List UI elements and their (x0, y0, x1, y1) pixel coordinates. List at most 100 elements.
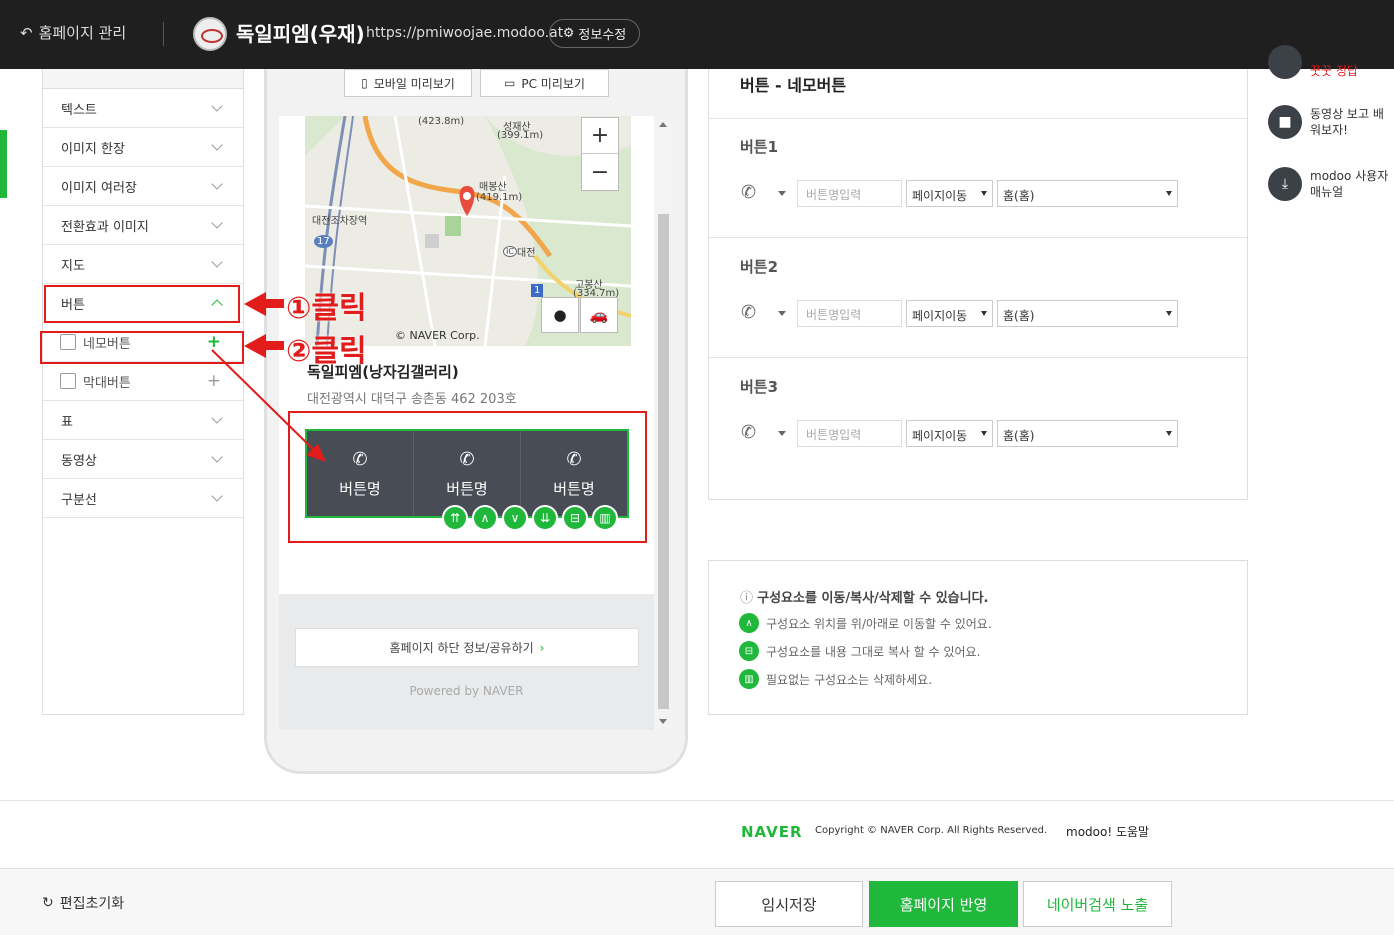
powered-by: Powered by NAVER (409, 684, 524, 698)
target-select-value: 홈(홈) (1003, 429, 1035, 443)
footer-share-link[interactable]: 홈페이지 하단 정보/공유하기 › (295, 628, 639, 667)
info-title-text: 구성요소를 이동/복사/삭제할 수 있습니다. (757, 591, 989, 606)
phone-icon[interactable]: ✆ (741, 302, 756, 323)
naver-logo: NAVER (741, 823, 803, 841)
sidebar-item-transition-image[interactable]: 전환효과 이미지 (43, 206, 243, 245)
sidebar-item-text[interactable]: 텍스트 (43, 89, 243, 128)
map-label: IC (503, 246, 517, 257)
map-label: (423.8m) (418, 116, 465, 127)
chevron-right-icon: › (539, 640, 545, 655)
sidebar-item-label: 이미지 한장 (61, 141, 125, 157)
back-icon: ↶ (20, 23, 33, 42)
sidebar-item-map[interactable]: 지도 (43, 245, 243, 284)
zoom-out-button[interactable]: − (582, 154, 618, 190)
video-help-link[interactable]: ■ 동영상 보고 배워보자! (1268, 105, 1390, 139)
reset-edit-button[interactable]: ↻ 편집초기화 (42, 893, 124, 913)
naver-search-exposure-button[interactable]: 네이버검색 노출 (1023, 881, 1172, 927)
icon-dropdown-caret[interactable] (778, 311, 786, 316)
chevron-down-icon (211, 178, 223, 190)
button-name-input[interactable]: 버튼명입력 (797, 180, 902, 207)
sidebar-item-label: 동영상 (61, 453, 97, 469)
modoo-help-link[interactable]: modoo! 도움말 (1066, 823, 1149, 840)
publish-homepage-button[interactable]: 홈페이지 반영 (869, 881, 1018, 927)
scroll-up-icon[interactable] (659, 122, 667, 127)
target-page-select[interactable]: 홈(홈) (997, 300, 1178, 327)
target-select-value: 홈(홈) (1003, 309, 1035, 323)
zoom-in-button[interactable]: + (582, 118, 618, 154)
action-select[interactable]: 페이지이동 (906, 180, 993, 207)
chevron-down-icon (211, 139, 223, 151)
phone-icon[interactable]: ✆ (741, 422, 756, 443)
chevron-down-icon (211, 256, 223, 268)
topbar-divider (163, 22, 164, 46)
pc-preview-button[interactable]: ▭ PC 미리보기 (480, 69, 609, 97)
manual-label: modoo 사용자 매뉴얼 (1310, 169, 1389, 199)
mobile-preview-button[interactable]: ▯ 모바일 미리보기 (344, 69, 472, 97)
info-title: ⓘ 구성요소를 이동/복사/삭제할 수 있습니다. (740, 587, 988, 606)
car-icon: 🚗 (589, 306, 609, 324)
sidebar-item-multi-image[interactable]: 이미지 여러장 (43, 167, 243, 206)
button-group-label: 버튼1 (740, 138, 779, 156)
panel-title: 버튼 - 네모버튼 (740, 76, 847, 95)
chevron-down-icon (211, 100, 223, 112)
map-zoom-control: + − (581, 117, 619, 191)
copyright-text: Copyright © NAVER Corp. All Rights Reser… (815, 825, 1048, 836)
info-line-copy: ⊟ 구성요소를 내용 그대로 복사 할 수 있어요. (739, 641, 980, 661)
icon-dropdown-caret[interactable] (778, 431, 786, 436)
site-name: 독일피엠(우재) (236, 22, 365, 46)
panel-divider (709, 118, 1247, 119)
preview-scrollbar[interactable] (655, 116, 672, 730)
icon-dropdown-caret[interactable] (778, 191, 786, 196)
location-pin-icon: ● (553, 306, 567, 324)
mobile-preview-label: 모바일 미리보기 (373, 76, 455, 91)
dropdown-triangle-icon (1166, 431, 1172, 436)
action-select-value: 페이지이동 (912, 429, 968, 443)
edit-info-button[interactable]: ⚙ 정보수정 (549, 19, 640, 48)
button-name-input[interactable]: 버튼명입력 (797, 420, 902, 447)
annotation-box-button (44, 285, 240, 323)
sidebar-header (43, 69, 243, 89)
reset-icon: ↻ (42, 895, 54, 911)
car-directions-button[interactable]: 🚗 (580, 297, 618, 333)
sidebar-item-single-image[interactable]: 이미지 한장 (43, 128, 243, 167)
help-partial-icon[interactable] (1268, 45, 1302, 79)
business-address: 대전광역시 대덕구 송촌동 462 203호 (307, 392, 517, 407)
left-panel-tab[interactable] (0, 130, 7, 198)
sidebar-item-label: 텍스트 (61, 102, 97, 118)
map-label: 매봉산 (479, 182, 507, 193)
temp-save-button[interactable]: 임시저장 (715, 881, 863, 927)
video-camera-icon: ■ (1268, 105, 1302, 139)
trash-icon: ▥ (739, 669, 759, 689)
dropdown-triangle-icon (1166, 191, 1172, 196)
action-select-value: 페이지이동 (912, 309, 968, 323)
target-page-select[interactable]: 홈(홈) (997, 420, 1178, 447)
info-line-text: 구성요소 위치를 위/아래로 이동할 수 있어요. (766, 616, 992, 631)
target-page-select[interactable]: 홈(홈) (997, 180, 1178, 207)
action-select[interactable]: 페이지이동 (906, 420, 993, 447)
button-group-label: 버튼3 (740, 378, 779, 396)
chevron-down-icon (211, 217, 223, 229)
manual-download-link[interactable]: ⤓ modoo 사용자 매뉴얼 (1268, 167, 1390, 201)
chevron-down-icon (211, 490, 223, 502)
map-label: 1 (531, 284, 544, 297)
scroll-down-icon[interactable] (659, 719, 667, 724)
button-group-label: 버튼2 (740, 258, 779, 276)
share-link-label: 홈페이지 하단 정보/공유하기 (389, 641, 534, 655)
dropdown-triangle-icon (981, 431, 987, 436)
phone-icon[interactable]: ✆ (741, 182, 756, 203)
scroll-thumb[interactable] (658, 214, 669, 709)
map-label: 17 (314, 235, 333, 248)
info-box (708, 560, 1248, 715)
footer-divider (0, 800, 1394, 801)
help-partial-label[interactable]: 꿋꿋 정답 (1310, 62, 1358, 79)
action-select[interactable]: 페이지이동 (906, 300, 993, 327)
site-url[interactable]: https://pmiwoojae.modoo.at (366, 25, 563, 41)
bottom-action-bar (0, 868, 1394, 935)
sidebar-item-divider[interactable]: 구분선 (43, 479, 243, 518)
info-line-text: 구성요소를 내용 그대로 복사 할 수 있어요. (766, 644, 981, 659)
back-to-home-management[interactable]: ↶ 홈페이지 관리 (20, 22, 126, 43)
map-label: (419.1m) (476, 192, 523, 203)
location-pin-button[interactable]: ● (541, 297, 579, 333)
target-select-value: 홈(홈) (1003, 189, 1035, 203)
button-name-input[interactable]: 버튼명입력 (797, 300, 902, 327)
